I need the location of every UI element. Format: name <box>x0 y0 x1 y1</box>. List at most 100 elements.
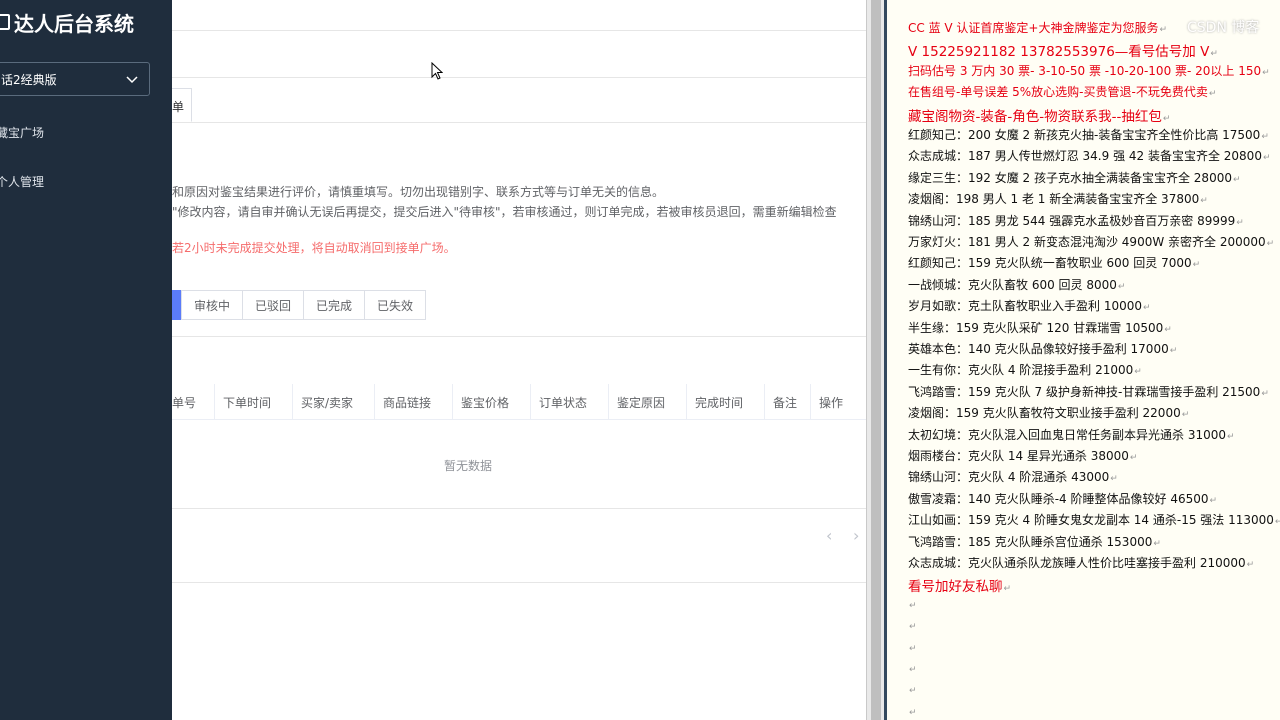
document-line: ↵ <box>908 640 917 654</box>
document-line-text: 飞鸿踏雪：159 克火队 7 级护身新神技-甘霖瑞雪接手盈利 21500 <box>908 384 1261 399</box>
document-line-text: 红颜知己：159 克火队统一畜牧职业 600 回灵 7000 <box>908 256 1192 271</box>
document-line: 红颜知己：159 克火队统一畜牧职业 600 回灵 7000↵ <box>908 254 1200 271</box>
document-line: 岁月如歌：克土队畜牧职业入手盈利 10000↵ <box>908 297 1151 314</box>
logo-icon <box>0 14 10 30</box>
document-line-text: 锦绣山河：185 男龙 544 强霹克水孟极妙音百万亲密 89999 <box>908 213 1236 228</box>
column-header: 鉴宝价格 <box>453 384 531 420</box>
divider <box>172 508 866 509</box>
paragraph-mark-icon: ↵ <box>1134 367 1142 378</box>
status-tab-expired[interactable]: 已失效 <box>364 290 427 320</box>
empty-state: 暂无数据 <box>444 459 493 473</box>
document-line-text: 扫码估号 3 万内 30 票- 3-10-50 票 -10-20-100 票- … <box>908 63 1262 78</box>
document-line-text: 凌烟阁：198 男人 1 老 1 新全满装备宝宝齐全 37800 <box>908 192 1200 207</box>
notice-line: "修改内容，请自审并确认无误后再提交，提交后进入"待审核"，若审核通过，则订单完… <box>172 205 837 219</box>
column-header: 备注 <box>765 384 811 420</box>
document-line: 一战倾城：克火队畜牧 600 回灵 8000↵ <box>908 276 1125 293</box>
column-header: 操作 <box>819 395 844 410</box>
column-header: 商品链接 <box>375 384 453 420</box>
document-line: ↵ <box>908 597 917 611</box>
sidebar: 达人后台系统 话2经典版 藏宝广场 个人管理 <box>0 0 172 720</box>
paragraph-mark-icon: ↵ <box>1209 495 1218 506</box>
document-line: V 15225921182 13782553976—看号估号加 V↵ <box>908 40 1218 60</box>
document-line-text: 锦绣山河：克火队 4 阶混通杀 43000 <box>908 470 1110 485</box>
paragraph-mark-icon: ↵ <box>1266 239 1275 249</box>
divider <box>172 582 866 583</box>
document-line-text: 一战倾城：克火队畜牧 600 回灵 8000 <box>908 277 1117 292</box>
document-line: 红颜知己：200 女魔 2 新孩克火抽-装备宝宝齐全性价比高 17500↵ <box>908 126 1269 143</box>
paragraph-mark-icon: ↵ <box>1181 410 1190 421</box>
paragraph-mark-icon: ↵ <box>1003 584 1012 595</box>
column-header: 订单状态 <box>531 384 609 420</box>
watermark-text: CSDN 博客 <box>1187 20 1260 36</box>
paragraph-mark-icon: ↵ <box>1227 431 1235 442</box>
app-title: 达人后台系统 <box>14 11 134 36</box>
status-tab-rejected[interactable]: 已驳回 <box>242 290 305 320</box>
pager-next-button[interactable]: › <box>853 526 859 545</box>
document-line-text: 一生有你：克火队 4 阶混接手盈利 21000 <box>908 363 1134 378</box>
paragraph-mark-icon: ↵ <box>1236 217 1244 228</box>
chevron-down-icon <box>126 76 138 84</box>
main-panel: 单 和原因对鉴宝结果进行评价，请慎重填写。切勿出现错别字、联系方式等与订单无关的… <box>172 0 866 720</box>
tab-label: 单 <box>172 100 185 114</box>
document-line-text: 江山如画：159 克火 4 阶睡女鬼女龙副本 14 通杀-15 强法 11300… <box>908 513 1274 528</box>
paragraph-mark-icon: ↵ <box>909 622 917 633</box>
status-tab-completed[interactable]: 已完成 <box>303 290 366 320</box>
mouse-cursor-icon <box>431 62 443 80</box>
document-line: 英雄本色：140 克火队品像较好接手盈利 17000↵ <box>908 340 1177 357</box>
paragraph-mark-icon: ↵ <box>1159 25 1168 35</box>
document-line: CC 蓝 V 认证首席鉴定+大神金牌鉴定为您服务↵ <box>908 19 1167 36</box>
document-line: 众志成城：187 男人传世燃灯忍 34.9 强 42 装备宝宝齐全 20800↵ <box>908 147 1271 164</box>
paragraph-mark-icon: ↵ <box>1192 260 1201 271</box>
column-header: 完成时间 <box>687 384 765 420</box>
status-filter: 审核中 已驳回 已完成 已失效 <box>172 290 427 320</box>
document-line-text: 众志成城：克火队通杀队龙族睡人性价比哇塞接手盈利 210000 <box>908 556 1246 570</box>
document-line: 傲雪凌霜：140 克火队睡杀-4 阶睡整体品像较好 46500↵ <box>908 490 1217 507</box>
document-line: 烟雨楼台：克火队 14 星异光通杀 38000↵ <box>908 447 1137 464</box>
paragraph-mark-icon: ↵ <box>909 643 917 654</box>
table-header: 单号 下单时间 买家/卖家 商品链接 鉴宝价格 订单状态 鉴定原因 完成时间 备… <box>172 384 866 420</box>
screen: 达人后台系统 话2经典版 藏宝广场 个人管理 单 和原因对鉴宝结果进行评价，请慎… <box>0 0 1280 720</box>
divider <box>172 336 866 337</box>
document-line: 太初幻境：克火队混入回血鬼日常任务副本异光通杀 31000↵ <box>908 426 1235 443</box>
version-select[interactable]: 话2经典版 <box>0 62 150 96</box>
paragraph-mark-icon: ↵ <box>1117 281 1126 292</box>
document-line-text: 藏宝阁物资-装备-角色-物资联系我--抽红包 <box>908 108 1162 125</box>
divider <box>172 122 866 123</box>
scrollbar-thumb[interactable] <box>871 0 881 720</box>
document-line: ↵ <box>908 682 917 696</box>
paragraph-mark-icon: ↵ <box>1262 153 1271 164</box>
document-line: 众志成城：克火队通杀队龙族睡人性价比哇塞接手盈利 210000↵ <box>908 554 1254 571</box>
paragraph-mark-icon: ↵ <box>1129 453 1138 463</box>
document-line-text: 飞鸿踏雪：185 克火队睡杀宫位通杀 153000 <box>908 534 1153 549</box>
paragraph-mark-icon: ↵ <box>909 686 917 697</box>
paragraph-mark-icon: ↵ <box>909 665 917 675</box>
version-select-value: 话2经典版 <box>1 72 57 87</box>
sidebar-item-treasure-square[interactable]: 藏宝广场 <box>0 124 44 141</box>
document-line-text: 红颜知己：200 女魔 2 新孩克火抽-装备宝宝齐全性价比高 17500 <box>908 128 1261 142</box>
document-line: 飞鸿踏雪：185 克火队睡杀宫位通杀 153000↵ <box>908 533 1161 550</box>
document-line: 锦绣山河：克火队 4 阶混通杀 43000↵ <box>908 468 1118 485</box>
document-line: 凌烟阁：198 男人 1 老 1 新全满装备宝宝齐全 37800↵ <box>908 190 1208 207</box>
paragraph-mark-icon: ↵ <box>1261 132 1269 142</box>
document-line-text: CC 蓝 V 认证首席鉴定+大神金牌鉴定为您服务 <box>908 21 1159 35</box>
paragraph-mark-icon: ↵ <box>909 707 917 718</box>
document-line: ↵ <box>908 618 917 632</box>
document-line-text: 在售组号-单号误差 5%放心选购-买贵管退-不玩免费代卖 <box>908 85 1208 100</box>
document-line: 飞鸿踏雪：159 克火队 7 级护身新神技-甘霖瑞雪接手盈利 21500↵ <box>908 383 1269 400</box>
document-line-text: 缘定三生：192 女魔 2 孩子克水抽全满装备宝宝齐全 28000 <box>908 170 1232 185</box>
document-line: 一生有你：克火队 4 阶混接手盈利 21000↵ <box>908 361 1142 378</box>
paragraph-mark-icon: ↵ <box>1275 517 1280 527</box>
status-tab-reviewing[interactable]: 审核中 <box>181 290 244 320</box>
scrollbar[interactable] <box>866 0 884 720</box>
document-line-text: 众志成城：187 男人传世燃灯忍 34.9 强 42 装备宝宝齐全 20800 <box>908 149 1262 164</box>
paragraph-mark-icon: ↵ <box>1164 324 1172 335</box>
paragraph-mark-icon: ↵ <box>1110 474 1118 485</box>
sidebar-item-personal[interactable]: 个人管理 <box>0 173 44 190</box>
paragraph-mark-icon: ↵ <box>1200 196 1208 207</box>
document-line-text: 半生缘：159 克火队采矿 120 甘霖瑞雪 10500 <box>908 320 1164 335</box>
divider <box>172 77 866 78</box>
tab-orders[interactable]: 单 <box>172 88 192 122</box>
paragraph-mark-icon: ↵ <box>1246 560 1255 570</box>
document-line: 江山如画：159 克火 4 阶睡女鬼女龙副本 14 通杀-15 强法 11300… <box>908 511 1280 528</box>
pager-prev-button[interactable]: ‹ <box>826 526 832 545</box>
